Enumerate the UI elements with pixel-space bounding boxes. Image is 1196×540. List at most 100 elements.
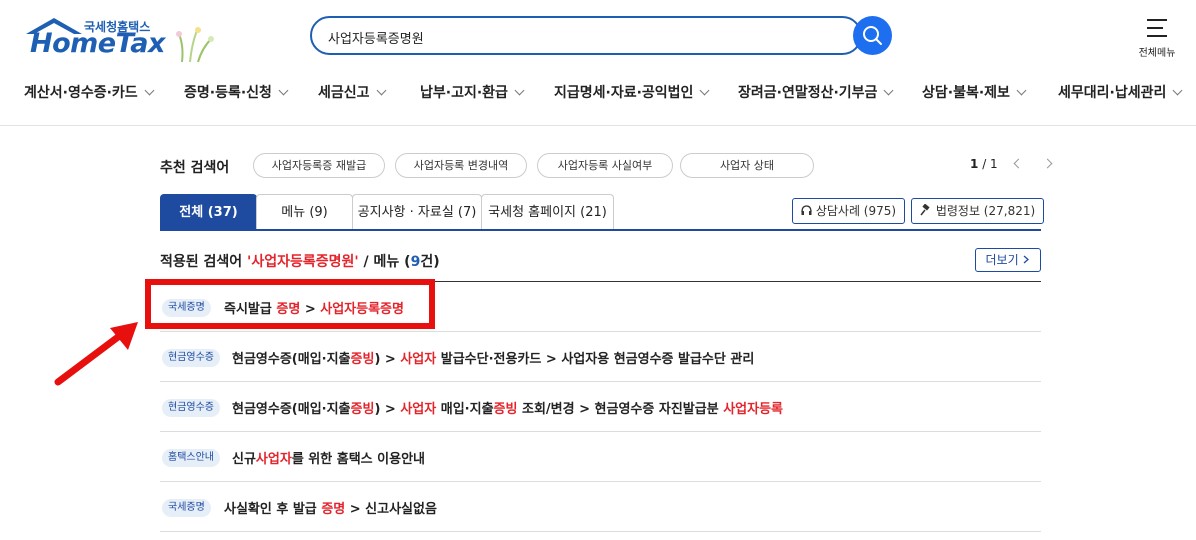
tab-nts-homepage[interactable]: 국세청 홈페이지 (21) bbox=[481, 194, 614, 230]
tab-notice[interactable]: 공지사항 · 자료실 (7) bbox=[352, 194, 482, 230]
chevron-down-icon bbox=[514, 85, 525, 96]
chevron-down-icon bbox=[883, 85, 894, 96]
nav-item-agent[interactable]: 세무대리·납세관리 bbox=[1058, 82, 1183, 102]
tab-menu[interactable]: 메뉴 (9) bbox=[256, 194, 353, 230]
text-part: > 신고사실없음 bbox=[345, 502, 437, 517]
nav-item-statement[interactable]: 지급명세·자료·공익법인 bbox=[554, 82, 710, 102]
recommend-title: 추천 검색어 bbox=[160, 160, 230, 176]
global-nav: 계산서·영수증·카드 증명·등록·신청 세금신고 납부·고지·환급 지급명세·자… bbox=[0, 82, 1196, 104]
result-row[interactable]: 현금영수증 현금영수증(매입·지출증빙) > 사업자 매입·지출증빙 조회/변경… bbox=[160, 382, 1041, 432]
tab-all[interactable]: 전체 (37) bbox=[160, 194, 257, 230]
law-info-label: 법령정보 (27,821) bbox=[935, 204, 1036, 218]
search-input[interactable] bbox=[326, 25, 830, 49]
nav-label: 장려금·연말정산·기부금 bbox=[738, 85, 878, 101]
text-highlight: 증명 bbox=[321, 502, 346, 517]
headset-icon bbox=[801, 205, 812, 215]
chevron-down-icon bbox=[1016, 85, 1027, 96]
recommend-chip[interactable]: 사업자 상태 bbox=[680, 153, 814, 178]
nav-label: 상담·불복·제보 bbox=[922, 85, 1010, 101]
recommend-chip[interactable]: 사업자등록 사실여부 bbox=[537, 153, 673, 178]
pager-total: / 1 bbox=[982, 157, 998, 171]
logo-title: HomeTax bbox=[30, 28, 165, 59]
search-icon bbox=[863, 26, 882, 45]
text-part: ) > bbox=[374, 402, 401, 417]
consult-cases-label: 상담사례 (975) bbox=[815, 204, 897, 218]
text-part: 신규 bbox=[232, 452, 256, 467]
pager-current: 1 bbox=[970, 157, 979, 171]
result-query: '사업자등록증명원' bbox=[247, 254, 359, 270]
recommend-pager: 1 / 1 bbox=[970, 157, 1053, 171]
text-highlight: 증빙 bbox=[350, 402, 375, 417]
text-highlight: 사업자 bbox=[400, 352, 437, 367]
all-menu-button[interactable]: 전체메뉴 bbox=[1132, 16, 1182, 59]
category-badge: 현금영수증 bbox=[162, 349, 220, 367]
text-part: 를 위한 홈택스 이용안내 bbox=[291, 452, 425, 467]
annotation-highlight-box bbox=[145, 279, 435, 329]
nav-label: 납부·고지·환급 bbox=[420, 85, 508, 101]
text-highlight: 사업자 bbox=[255, 452, 292, 467]
chevron-right-icon bbox=[1024, 255, 1030, 264]
more-label: 더보기 bbox=[985, 253, 1019, 267]
recommend-chip[interactable]: 사업자등록 변경내역 bbox=[395, 153, 527, 178]
prev-arrow-icon[interactable] bbox=[1013, 158, 1024, 169]
text-part: 사실확인 후 발급 bbox=[224, 502, 322, 517]
text-part: 발급수단·전용카드 > 사업자용 현금영수증 발급수단 관리 bbox=[436, 352, 755, 367]
category-badge: 현금영수증 bbox=[162, 399, 220, 417]
result-count: 9 bbox=[410, 254, 421, 270]
nav-item-certificate[interactable]: 증명·등록·신청 bbox=[184, 82, 289, 102]
text-part: 현금영수증(매입·지출 bbox=[232, 352, 351, 367]
nav-label: 세금신고 bbox=[318, 85, 370, 101]
nav-label: 지급명세·자료·공익법인 bbox=[554, 85, 694, 101]
text-highlight: 사업자등록 bbox=[723, 402, 783, 417]
nav-label: 증명·등록·신청 bbox=[184, 85, 272, 101]
recommend-chip[interactable]: 사업자등록증 재발급 bbox=[253, 153, 385, 178]
result-link[interactable]: 현금영수증(매입·지출증빙) > 사업자 발급수단·전용카드 > 사업자용 현금… bbox=[232, 348, 754, 367]
result-row[interactable]: 국세증명 사실확인 후 발급 증명 > 신고사실없음 bbox=[160, 482, 1041, 532]
text-part: 현금영수증(매입·지출 bbox=[232, 402, 351, 417]
chevron-down-icon bbox=[376, 85, 386, 96]
law-info-button[interactable]: 법령정보 (27,821) bbox=[911, 198, 1045, 224]
result-heading: 적용된 검색어 '사업자등록증명원' / 메뉴 (9건) bbox=[160, 251, 440, 271]
text-part: 조회/변경 > 현금영수증 자진발급분 bbox=[517, 402, 724, 417]
chevron-down-icon bbox=[1172, 85, 1183, 96]
chevron-down-icon bbox=[144, 85, 155, 96]
text-part: ) > bbox=[374, 352, 401, 367]
nav-item-payment[interactable]: 납부·고지·환급 bbox=[420, 82, 525, 102]
tab-underline bbox=[160, 229, 1041, 231]
nav-item-invoice[interactable]: 계산서·영수증·카드 bbox=[24, 82, 155, 102]
category-badge: 국세증명 bbox=[162, 499, 211, 517]
logo-grass-icon bbox=[176, 27, 214, 63]
text-part: 매입·지출 bbox=[436, 402, 494, 417]
search-button[interactable] bbox=[853, 16, 892, 55]
search-box bbox=[310, 16, 862, 55]
gavel-icon bbox=[920, 203, 930, 216]
hamburger-icon bbox=[1147, 19, 1167, 37]
result-link[interactable]: 신규사업자를 위한 홈택스 이용안내 bbox=[232, 448, 425, 467]
result-prefix: 적용된 검색어 bbox=[160, 254, 248, 270]
all-menu-label: 전체메뉴 bbox=[1138, 48, 1176, 59]
result-row[interactable]: 홈택스안내 신규사업자를 위한 홈택스 이용안내 bbox=[160, 432, 1041, 482]
next-arrow-icon[interactable] bbox=[1042, 158, 1053, 169]
more-button[interactable]: 더보기 bbox=[975, 248, 1041, 272]
nav-item-incentive[interactable]: 장려금·연말정산·기부금 bbox=[738, 82, 894, 102]
result-mid: / 메뉴 ( bbox=[358, 254, 411, 270]
result-suffix: 건) bbox=[420, 254, 440, 270]
chevron-down-icon bbox=[699, 85, 710, 96]
text-highlight: 사업자 bbox=[400, 402, 437, 417]
nav-label: 계산서·영수증·카드 bbox=[24, 85, 138, 101]
result-link[interactable]: 현금영수증(매입·지출증빙) > 사업자 매입·지출증빙 조회/변경 > 현금영… bbox=[232, 398, 783, 417]
consult-cases-button[interactable]: 상담사례 (975) bbox=[792, 198, 906, 224]
text-highlight: 증빙 bbox=[493, 402, 518, 417]
nav-item-consult[interactable]: 상담·불복·제보 bbox=[922, 82, 1027, 102]
result-link[interactable]: 사실확인 후 발급 증명 > 신고사실없음 bbox=[224, 498, 437, 517]
chevron-down-icon bbox=[278, 85, 289, 96]
text-highlight: 증빙 bbox=[350, 352, 375, 367]
search-bar bbox=[310, 16, 892, 55]
nav-item-tax-return[interactable]: 세금신고 bbox=[318, 82, 386, 102]
category-badge: 홈택스안내 bbox=[162, 449, 220, 467]
nav-label: 세무대리·납세관리 bbox=[1058, 85, 1167, 101]
header: 국세청홈택스 HomeTax 전체메뉴 계산서·영 bbox=[0, 0, 1196, 126]
result-row[interactable]: 현금영수증 현금영수증(매입·지출증빙) > 사업자 발급수단·전용카드 > 사… bbox=[160, 332, 1041, 382]
annotation-arrow-icon bbox=[54, 322, 138, 386]
hometax-logo[interactable]: 국세청홈택스 HomeTax bbox=[24, 14, 214, 63]
